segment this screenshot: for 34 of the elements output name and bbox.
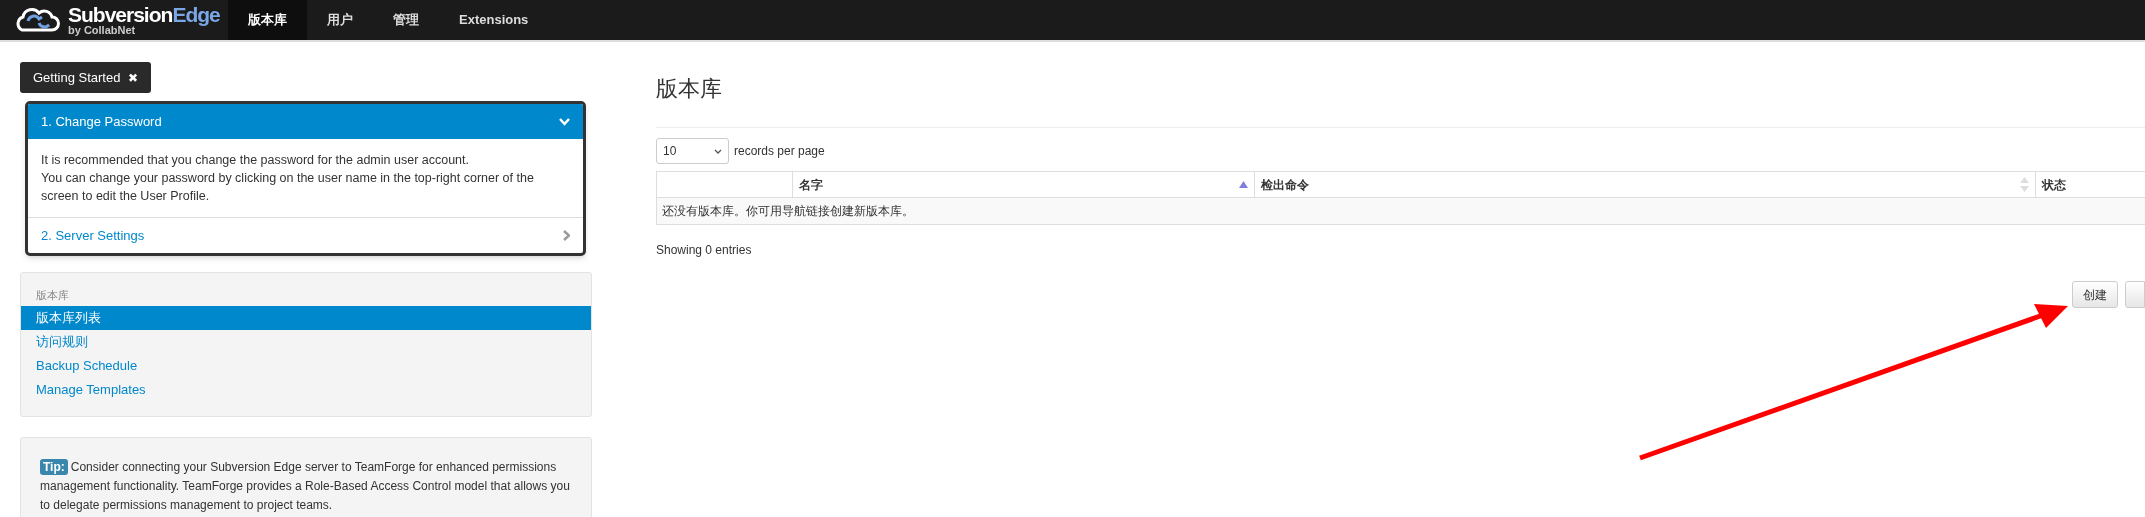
column-header[interactable]: 检出命令 <box>1253 172 2036 197</box>
button[interactable] <box>2125 281 2145 308</box>
nav-tab[interactable]: 用户 <box>307 0 373 40</box>
chevron-down-icon <box>714 148 722 154</box>
cloud-logo-icon <box>14 6 60 34</box>
table-cell: 还没有版本库。你可用导航链接创建新版本库。 <box>657 198 2145 224</box>
entries-count: Showing 0 entries <box>656 242 753 259</box>
step-description: You can change your password by clicking on the user name in the top-right corner of the screen to edit the User Profile. <box>41 170 535 205</box>
brand-name: SubversionEdge <box>68 4 220 25</box>
sort-icon <box>2020 177 2030 192</box>
chevron-right-icon <box>563 230 570 241</box>
step-header[interactable]: 1. Change Password <box>28 104 583 139</box>
sidebar-heading: 版本库 <box>35 288 70 303</box>
sidebar-item[interactable]: Backup Schedule <box>21 353 591 378</box>
step-header[interactable]: 2. Server Settings <box>28 218 583 253</box>
sidebar-item[interactable]: 访问规则 <box>21 329 591 354</box>
nav-tab[interactable]: Extensions <box>439 0 549 40</box>
tip-text: Tip: Consider connecting your Subversion Edge server to TeamForge for enhanced permissions management functionality. TeamForge provides a Role-Based Access Control model that allows you to delegate permissions management to project teams. <box>40 457 571 514</box>
sidebar-item[interactable]: Manage Templates <box>21 377 591 402</box>
create-button[interactable]: 创建 <box>2072 281 2118 308</box>
page-size-label: records per page <box>734 143 825 160</box>
nav-tab[interactable]: 管理 <box>373 0 439 40</box>
getting-started-button[interactable]: Getting Started ✖ <box>20 62 152 93</box>
chevron-down-icon <box>559 117 570 126</box>
column-header[interactable]: 状态 <box>2035 172 2145 197</box>
page-size-select[interactable]: 10 <box>656 138 729 164</box>
nav-tab[interactable]: 版本库 <box>228 0 307 40</box>
page-title: 版本库 <box>656 75 723 103</box>
sort-ascending-icon <box>1238 181 1248 188</box>
brand-byline: by CollabNet <box>68 25 137 36</box>
step-description: It is recommended that you change the password for the admin user account. <box>41 152 470 169</box>
sidebar-item[interactable]: 版本库列表 <box>21 305 591 330</box>
column-header[interactable]: 名字 <box>791 172 1254 197</box>
close-icon[interactable]: ✖ <box>128 68 139 87</box>
